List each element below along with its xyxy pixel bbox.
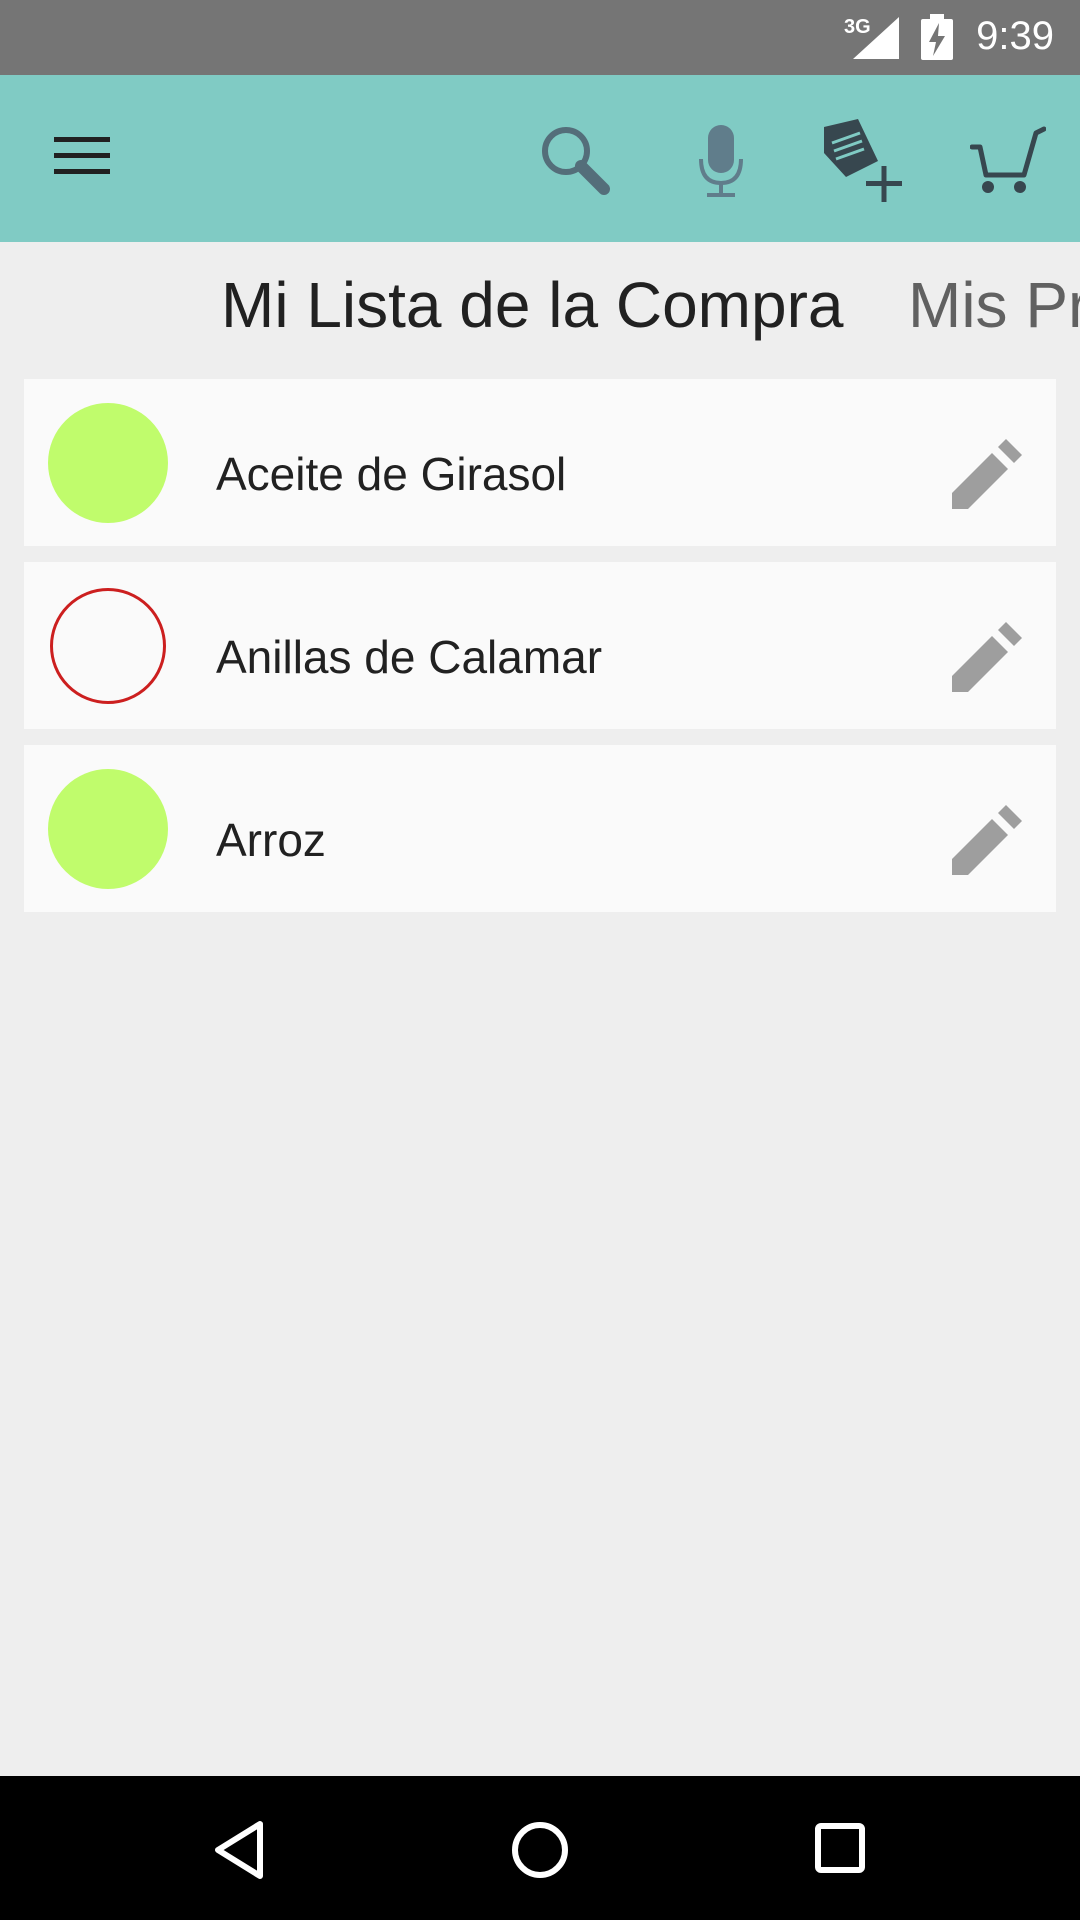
item-name: Anillas de Calamar [216, 631, 603, 683]
system-nav-bar [0, 1776, 1080, 1920]
back-icon[interactable] [210, 1820, 270, 1880]
list-item[interactable]: Aceite de Girasol [24, 379, 1056, 546]
home-icon[interactable] [510, 1820, 570, 1880]
list-item[interactable]: Arroz [24, 745, 1056, 912]
edit-pencil-icon[interactable] [944, 803, 1024, 883]
edit-pencil-icon[interactable] [944, 620, 1024, 700]
item-name: Aceite de Girasol [216, 448, 567, 500]
list-item[interactable]: Anillas de Calamar [24, 562, 1056, 729]
signal-icon [853, 17, 899, 59]
status-bar: 3G 9:39 [0, 0, 1080, 75]
search-icon[interactable] [538, 123, 614, 199]
menu-icon[interactable] [52, 133, 114, 179]
add-tag-icon[interactable] [822, 115, 906, 207]
tab-strip: Mi Lista de la Compra Mis Pr [0, 242, 1080, 362]
status-checked-icon[interactable] [48, 403, 168, 523]
edit-pencil-icon[interactable] [944, 437, 1024, 517]
tab-mi-lista[interactable]: Mi Lista de la Compra [221, 268, 843, 342]
status-unchecked-icon[interactable] [50, 588, 166, 704]
microphone-icon[interactable] [693, 123, 749, 203]
app-toolbar [0, 75, 1080, 242]
clock: 9:39 [976, 14, 1054, 58]
status-checked-icon[interactable] [48, 769, 168, 889]
item-name: Arroz [216, 814, 326, 866]
recents-icon[interactable] [814, 1822, 866, 1874]
cart-icon[interactable] [970, 125, 1046, 195]
battery-charging-icon [921, 14, 953, 60]
tab-mis-productos[interactable]: Mis Pr [908, 268, 1080, 342]
